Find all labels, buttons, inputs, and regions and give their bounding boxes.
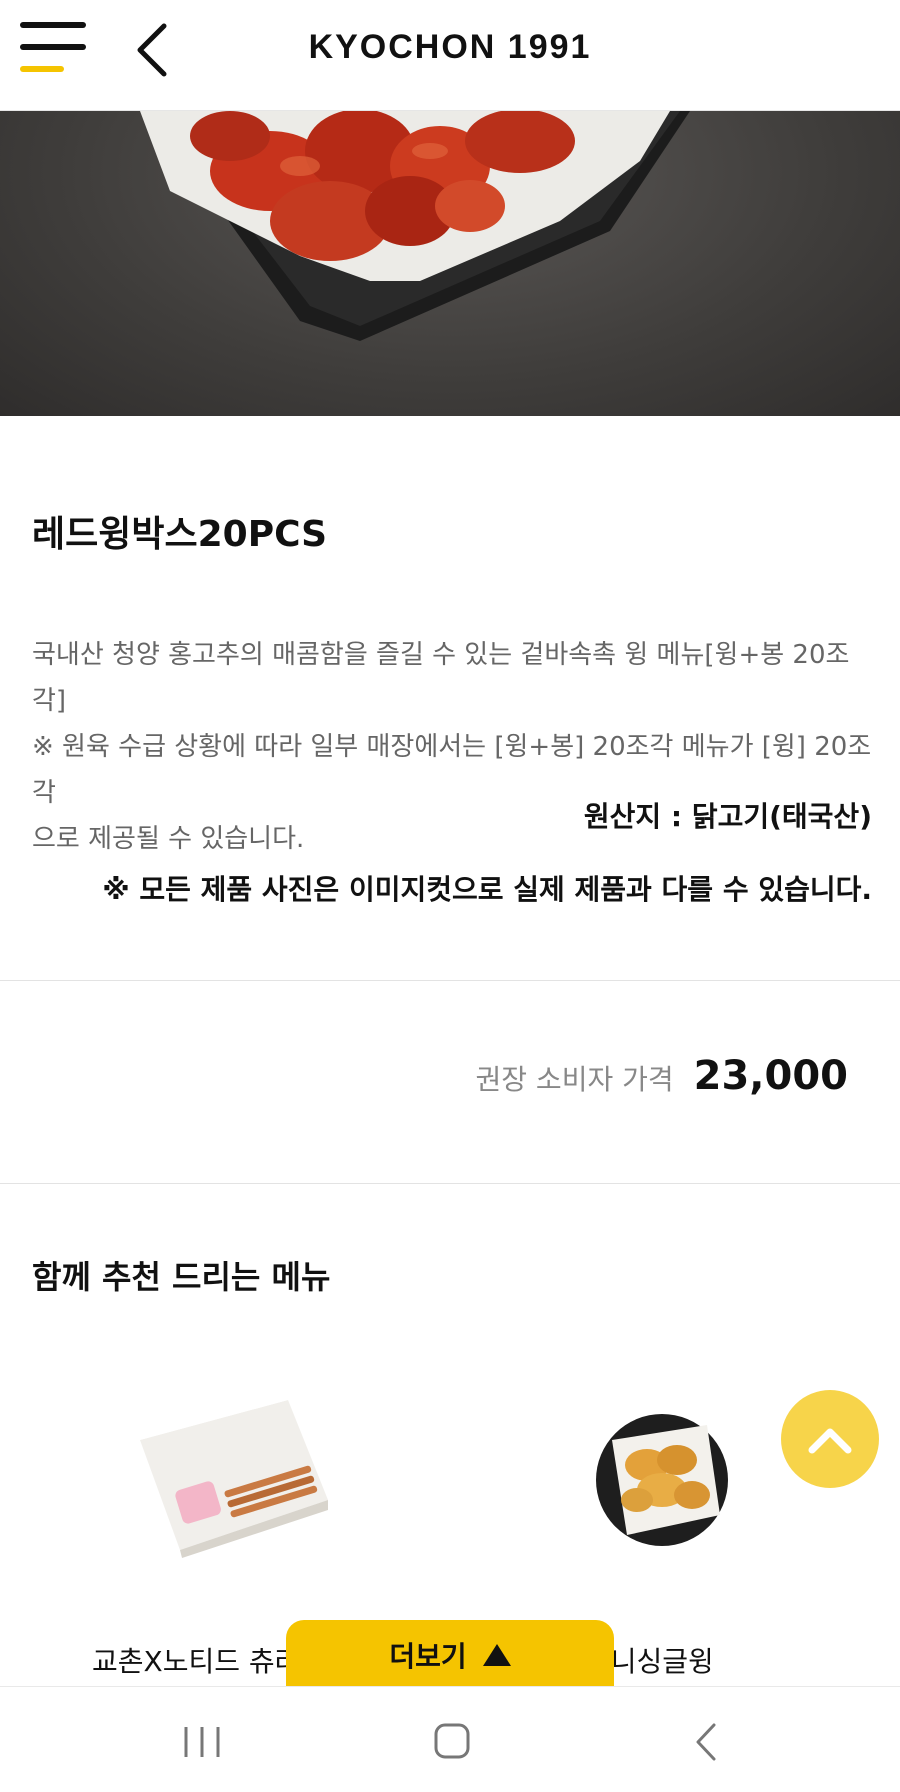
more-button-label: 더보기 xyxy=(389,1640,467,1673)
churros-thumbnail xyxy=(138,1390,358,1564)
system-nav-bar xyxy=(0,1686,900,1792)
divider xyxy=(0,980,900,981)
description-line: 국내산 청양 홍고추의 매콤함을 즐길 수 있는 겉바속촉 윙 메뉴[윙+봉 2… xyxy=(32,640,850,716)
photo-disclaimer: ※ 모든 제품 사진은 이미지컷으로 실제 제품과 다를 수 있습니다. xyxy=(102,873,872,906)
more-button[interactable]: 더보기 xyxy=(286,1620,614,1690)
home-icon[interactable] xyxy=(422,1717,482,1767)
scroll-top-button[interactable] xyxy=(781,1390,879,1488)
price-value: 23,000 xyxy=(693,1053,848,1099)
app-header: KYOCHON 1991 xyxy=(0,0,900,111)
origin-info: 원산지 : 닭고기(태국산) xyxy=(583,800,872,833)
brand-logo[interactable]: KYOCHON 1991 xyxy=(0,28,900,67)
back-icon[interactable] xyxy=(676,1717,736,1767)
recommend-title: 함께 추천 드리는 메뉴 xyxy=(32,1258,331,1296)
price-row: 권장 소비자 가격 23,000 xyxy=(476,1053,848,1099)
triangle-up-icon xyxy=(482,1644,511,1666)
honey-wing-thumbnail xyxy=(592,1410,732,1554)
product-title: 레드윙박스20PCS xyxy=(32,514,328,555)
price-label: 권장 소비자 가격 xyxy=(475,1063,674,1096)
product-image xyxy=(0,111,900,416)
recent-apps-icon[interactable] xyxy=(172,1717,232,1767)
chevron-up-icon xyxy=(808,1428,852,1454)
divider xyxy=(0,1183,900,1184)
